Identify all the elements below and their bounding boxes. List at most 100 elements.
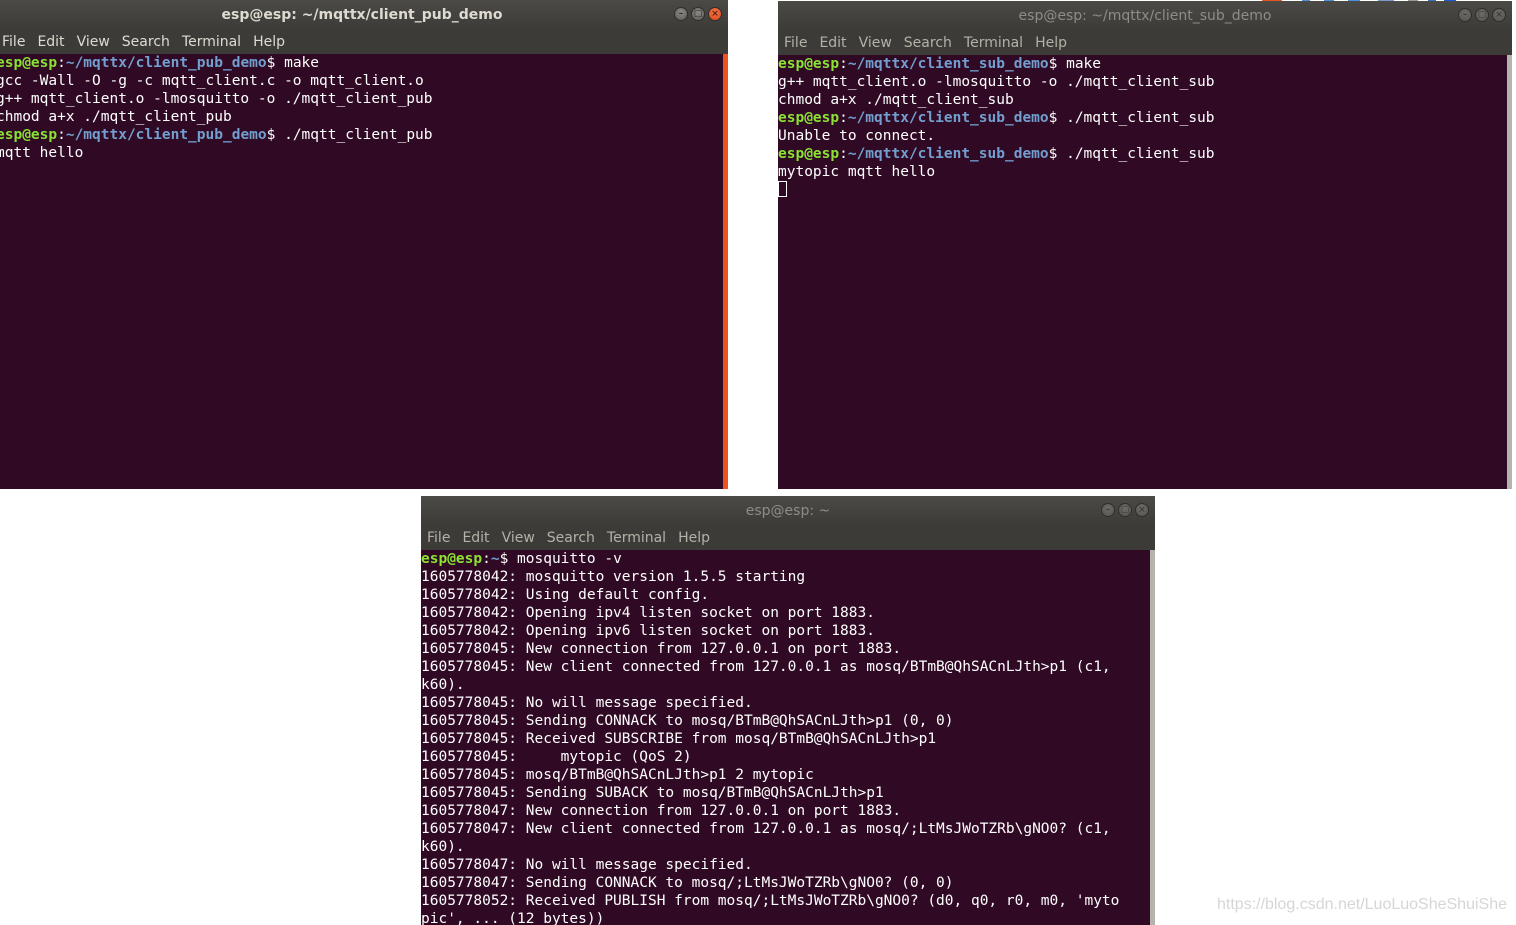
terminal-line: 1605778045: New client connected from 12… xyxy=(421,658,1155,676)
terminal-text: 1605778047: Sending CONNACK to mosq/;LtM… xyxy=(421,875,954,891)
terminal-output[interactable]: esp@esp:~/mqttx/client_pub_demo$ make gcc… xyxy=(0,54,728,489)
terminal-text: gcc -Wall -O -g -c mqtt_client.c -o mqtt… xyxy=(0,73,424,89)
menu-search[interactable]: Search xyxy=(898,31,958,55)
terminal-line: gcc -Wall -O -g -c mqtt_client.c -o mqtt… xyxy=(0,72,728,90)
menu-view[interactable]: View xyxy=(496,526,541,550)
terminal-text: $ ./mqtt_client_sub xyxy=(1048,146,1215,162)
maximize-icon[interactable]: □ xyxy=(691,7,705,21)
scrollbar[interactable] xyxy=(1507,55,1512,489)
window-title: esp@esp: ~/mqttx/client_sub_demo xyxy=(1018,8,1272,24)
minimize-icon[interactable]: – xyxy=(1101,503,1115,517)
menu-help[interactable]: Help xyxy=(672,526,716,550)
terminal-line: 1605778045: mosq/BTmB@QhSACnLJth>p1 2 my… xyxy=(421,766,1155,784)
menu-search[interactable]: Search xyxy=(116,30,176,54)
terminal-line: 1605778042: mosquitto version 1.5.5 star… xyxy=(421,568,1155,586)
maximize-icon[interactable]: □ xyxy=(1475,8,1489,22)
minimize-icon[interactable]: – xyxy=(1458,8,1472,22)
minimize-icon[interactable]: – xyxy=(674,7,688,21)
terminal-text: k60). xyxy=(421,677,465,693)
terminal-line: mqtt hello xyxy=(0,144,728,162)
close-icon[interactable]: × xyxy=(1135,503,1149,517)
close-icon[interactable]: × xyxy=(708,7,722,21)
terminal-window-broker[interactable]: esp@esp: ~ – □ × File Edit View Search T… xyxy=(421,496,1155,925)
terminal-text: 1605778042: Opening ipv4 listen socket o… xyxy=(421,605,875,621)
terminal-line: 1605778052: Received PUBLISH from mosq/;… xyxy=(421,892,1155,910)
terminal-window-sub[interactable]: esp@esp: ~/mqttx/client_sub_demo – □ × F… xyxy=(778,1,1512,489)
menu-edit[interactable]: Edit xyxy=(456,526,495,550)
terminal-text: $ make xyxy=(266,55,320,71)
maximize-icon[interactable]: □ xyxy=(1118,503,1132,517)
prompt-user: esp@esp xyxy=(778,146,840,162)
menu-help[interactable]: Help xyxy=(247,30,291,54)
prompt-user: esp@esp xyxy=(778,110,840,126)
terminal-line: chmod a+x ./mqtt_client_pub xyxy=(0,108,728,126)
menu-view[interactable]: View xyxy=(71,30,116,54)
menu-edit[interactable]: Edit xyxy=(31,30,70,54)
menu-help[interactable]: Help xyxy=(1029,31,1073,55)
menu-terminal[interactable]: Terminal xyxy=(601,526,672,550)
terminal-line: 1605778045: Sending SUBACK to mosq/BTmB@… xyxy=(421,784,1155,802)
window-title: esp@esp: ~/mqttx/client_pub_demo xyxy=(221,7,503,23)
terminal-line: esp@esp:~/mqttx/client_pub_demo$ ./mqtt_… xyxy=(0,126,728,144)
prompt-user: esp@esp xyxy=(0,127,58,143)
terminal-line: mytopic mqtt hello xyxy=(778,163,1512,181)
menu-file[interactable]: File xyxy=(778,31,813,55)
terminal-output[interactable]: esp@esp:~$ mosquitto -v 1605778042: mosqu… xyxy=(421,550,1155,925)
window-titlebar[interactable]: esp@esp: ~ – □ × xyxy=(421,496,1155,526)
terminal-text: mytopic mqtt hello xyxy=(778,164,936,180)
terminal-text: 1605778042: Opening ipv6 listen socket o… xyxy=(421,623,875,639)
window-controls: – □ × xyxy=(1101,503,1149,517)
prompt-user: esp@esp xyxy=(0,55,58,71)
terminal-text: chmod a+x ./mqtt_client_sub xyxy=(778,92,1014,108)
prompt-path: ~/mqttx/client_sub_demo xyxy=(847,56,1049,72)
terminal-text: g++ mqtt_client.o -lmosquitto -o ./mqtt_… xyxy=(778,74,1215,90)
terminal-text: : xyxy=(839,110,848,126)
text-cursor xyxy=(778,181,787,197)
menu-file[interactable]: File xyxy=(421,526,456,550)
window-titlebar[interactable]: esp@esp: ~/mqttx/client_sub_demo – □ × xyxy=(778,1,1512,31)
terminal-line xyxy=(778,181,1512,199)
prompt-user: esp@esp xyxy=(778,56,840,72)
terminal-line: k60). xyxy=(421,676,1155,694)
prompt-path: ~/mqttx/client_sub_demo xyxy=(847,110,1049,126)
terminal-line: 1605778047: New client connected from 12… xyxy=(421,820,1155,838)
terminal-line: 1605778045: mytopic (QoS 2) xyxy=(421,748,1155,766)
terminal-text: : xyxy=(839,56,848,72)
terminal-text: $ ./mqtt_client_sub xyxy=(1048,110,1215,126)
terminal-text: Unable to connect. xyxy=(778,128,936,144)
close-icon[interactable]: × xyxy=(1492,8,1506,22)
menu-terminal[interactable]: Terminal xyxy=(958,31,1029,55)
scrollbar[interactable] xyxy=(723,54,728,489)
terminal-menubar: File Edit View Search Terminal Help xyxy=(0,30,728,54)
window-titlebar[interactable]: esp@esp: ~/mqttx/client_pub_demo – □ × xyxy=(0,0,728,30)
terminal-text: g++ mqtt_client.o -lmosquitto -o ./mqtt_… xyxy=(0,91,433,107)
terminal-text: : xyxy=(57,55,66,71)
window-title: esp@esp: ~ xyxy=(745,503,831,519)
menu-file[interactable]: File xyxy=(0,30,31,54)
menu-search[interactable]: Search xyxy=(541,526,601,550)
terminal-text: 1605778045: mytopic (QoS 2) xyxy=(421,749,692,765)
menu-edit[interactable]: Edit xyxy=(813,31,852,55)
terminal-line: 1605778047: Sending CONNACK to mosq/;LtM… xyxy=(421,874,1155,892)
terminal-line: 1605778045: No will message specified. xyxy=(421,694,1155,712)
terminal-text: 1605778045: Received SUBSCRIBE from mosq… xyxy=(421,731,937,747)
desktop: esp@esp: ~/mqttx/client_pub_demo – □ × F… xyxy=(0,0,1516,925)
terminal-output[interactable]: esp@esp:~/mqttx/client_sub_demo$ make g++… xyxy=(778,55,1512,489)
terminal-menubar: File Edit View Search Terminal Help xyxy=(778,31,1512,55)
terminal-text: k60). xyxy=(421,839,465,855)
terminal-line: chmod a+x ./mqtt_client_sub xyxy=(778,91,1512,109)
scrollbar[interactable] xyxy=(1150,550,1155,925)
terminal-line: esp@esp:~/mqttx/client_sub_demo$ make xyxy=(778,55,1512,73)
terminal-line: esp@esp:~/mqttx/client_pub_demo$ make xyxy=(0,54,728,72)
terminal-text: : xyxy=(839,146,848,162)
terminal-menubar: File Edit View Search Terminal Help xyxy=(421,526,1155,550)
menu-view[interactable]: View xyxy=(853,31,898,55)
terminal-text: 1605778045: Sending SUBACK to mosq/BTmB@… xyxy=(421,785,884,801)
terminal-line: 1605778042: Using default config. xyxy=(421,586,1155,604)
prompt-path: ~ xyxy=(490,551,500,567)
menu-terminal[interactable]: Terminal xyxy=(176,30,247,54)
terminal-text: 1605778042: Using default config. xyxy=(421,587,710,603)
terminal-text: pic', ... (12 bytes)) xyxy=(421,911,605,925)
terminal-window-pub[interactable]: esp@esp: ~/mqttx/client_pub_demo – □ × F… xyxy=(0,0,728,489)
prompt-path: ~/mqttx/client_pub_demo xyxy=(65,127,267,143)
